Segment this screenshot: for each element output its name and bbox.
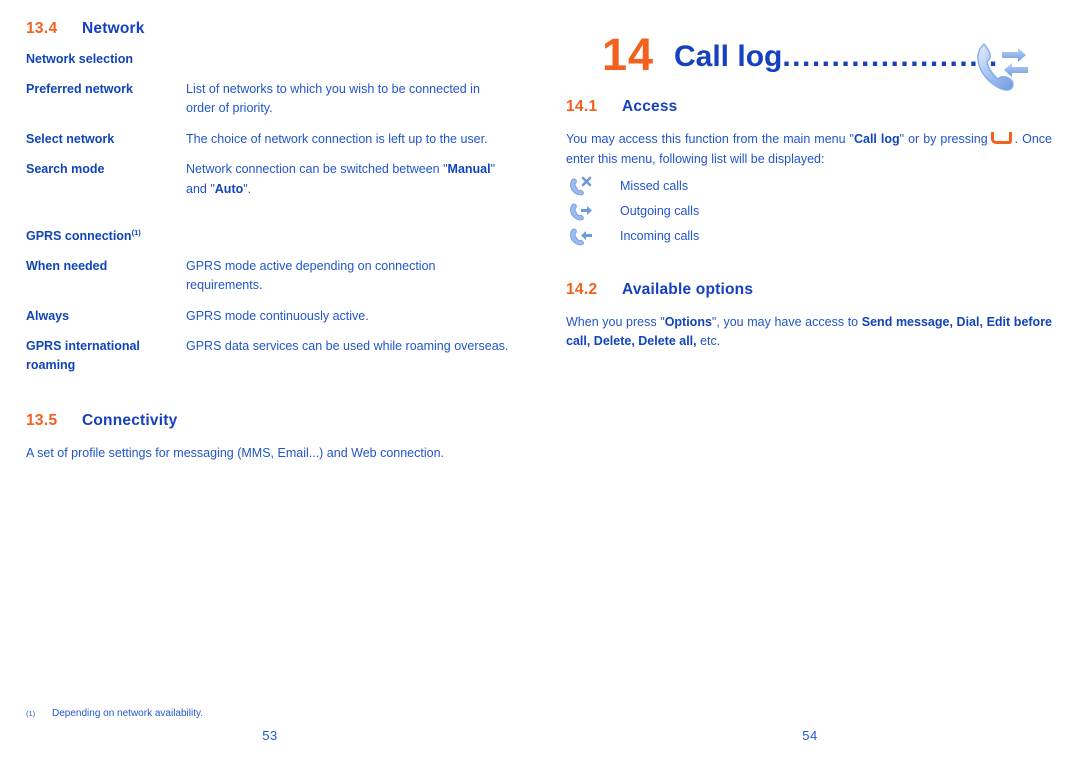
section-title: Access	[622, 98, 678, 115]
list-item[interactable]: Incoming calls	[566, 224, 1052, 249]
section-heading-14-1: 14.1 Access	[566, 98, 1052, 116]
definition-row: Search mode Network connection can be sw…	[26, 160, 512, 199]
chapter-number: 14	[602, 29, 655, 80]
section-number: 14.2	[566, 280, 598, 298]
body-bold-options: Options	[664, 314, 712, 329]
desc-bold-auto: Auto	[214, 181, 244, 196]
page-number: 54	[802, 728, 818, 743]
left-page: 13.4 Network Network selection Preferred…	[0, 0, 540, 767]
list-item-label: Outgoing calls	[620, 204, 700, 218]
page-number: 53	[262, 728, 278, 743]
definition-term: Preferred network	[26, 82, 133, 96]
available-options-body-text: When you press "Options", you may have a…	[566, 313, 1052, 353]
section-title: Connectivity	[82, 411, 178, 429]
section-number: 14.1	[566, 98, 598, 115]
footnote-text: Depending on network availability.	[52, 708, 204, 719]
definition-term: Search mode	[26, 162, 105, 177]
list-item-label: Missed calls	[620, 179, 689, 193]
section-number: 13.5	[26, 411, 58, 429]
definition-row: Always GPRS mode continuously active.	[26, 307, 512, 326]
definition-row: When needed GPRS mode active depending o…	[26, 257, 512, 296]
leader-dots: ......................	[782, 40, 999, 73]
chapter-heading: 14 Call log......................	[566, 20, 1052, 98]
access-body-text: You may access this function from the ma…	[566, 130, 1052, 170]
outgoing-calls-icon	[566, 200, 620, 222]
body-text: You may access this function from the ma…	[566, 132, 854, 146]
definition-row: Select network The choice of network con…	[26, 130, 512, 149]
subheading-network-selection: Network selection	[26, 52, 133, 66]
definition-term: Always	[26, 308, 70, 323]
definition-row: GPRS international roaming GPRS data ser…	[26, 337, 512, 376]
section-heading-13-4: 13.4 Network	[26, 20, 512, 38]
missed-calls-icon	[566, 175, 620, 197]
call-log-icon	[972, 38, 1034, 96]
incoming-calls-icon	[566, 225, 620, 247]
body-text: ", you may have access to	[711, 314, 862, 329]
subheading-gprs-connection: GPRS connection(1)	[26, 227, 512, 243]
body-text: When you press "	[566, 314, 665, 329]
footnote-marker: (1)	[26, 709, 36, 718]
list-item[interactable]: Missed calls	[566, 174, 1052, 199]
definition-description: GPRS data services can be used while roa…	[186, 339, 509, 353]
definition-description: GPRS mode active depending on connection…	[186, 258, 436, 293]
hangup-key-icon	[990, 132, 1012, 144]
call-log-list: Missed calls Outgoing calls Incoming cal…	[566, 174, 1052, 249]
definition-description: Network connection can be switched betwe…	[186, 160, 512, 199]
desc-text: Network connection can be switched betwe…	[186, 162, 448, 177]
definition-description: GPRS mode continuously active.	[186, 308, 369, 323]
list-item-label: Incoming calls	[620, 229, 700, 243]
section-title: Network	[82, 20, 145, 37]
chapter-title: Call log......................	[674, 42, 999, 72]
chapter-title-text: Call log	[674, 40, 783, 73]
body-bold-call-log: Call log	[853, 132, 900, 146]
definition-row: Preferred network List of networks to wh…	[26, 80, 512, 119]
body-text: etc.	[696, 334, 721, 349]
section-number: 13.4	[26, 20, 58, 37]
definition-term: GPRS international roaming	[26, 339, 140, 373]
subheading-label: GPRS connection	[26, 228, 132, 243]
desc-bold-manual: Manual	[447, 162, 491, 177]
section-title: Available options	[622, 280, 754, 298]
connectivity-body-text: A set of profile settings for messaging …	[26, 445, 445, 460]
body-text: " or by pressing	[899, 132, 988, 146]
desc-text: ".	[243, 181, 252, 196]
definition-term: When needed	[26, 258, 108, 273]
definition-description: The choice of network connection is left…	[186, 131, 488, 146]
footnote-marker: (1)	[131, 227, 141, 237]
section-heading-14-2: 14.2 Available options	[566, 281, 1052, 299]
definition-term: Select network	[26, 131, 115, 146]
definition-description: List of networks to which you wish to be…	[186, 82, 480, 116]
footnote: (1) Depending on network availability.	[26, 708, 203, 719]
right-page: 14 Call log...................... 14.1 A…	[540, 0, 1080, 767]
section-heading-13-5: 13.5 Connectivity	[26, 412, 512, 430]
list-item[interactable]: Outgoing calls	[566, 199, 1052, 224]
